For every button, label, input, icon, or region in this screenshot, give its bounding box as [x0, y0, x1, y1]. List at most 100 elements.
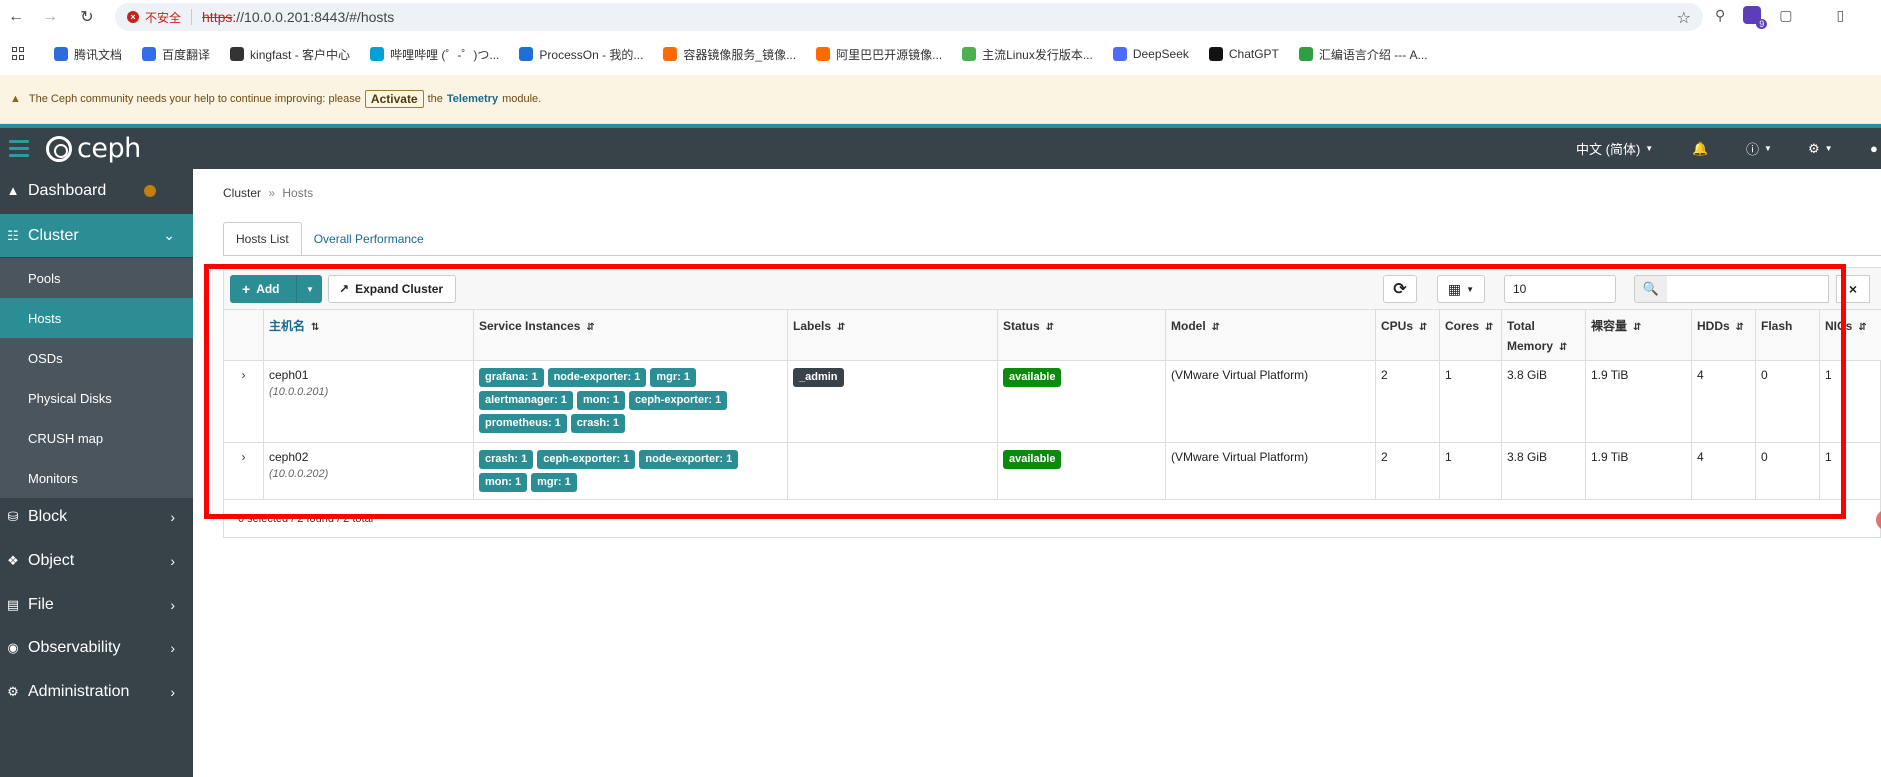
- sidebar-item-dashboard[interactable]: ▲ Dashboard: [0, 169, 193, 212]
- activate-button[interactable]: Activate: [364, 90, 424, 108]
- bookmark-favicon-icon: [1298, 47, 1313, 61]
- add-host-button[interactable]: + Add ▼: [230, 275, 322, 303]
- row-expander[interactable]: ›: [224, 361, 264, 442]
- bookmark-item[interactable]: 阿里巴巴开源镜像...: [816, 46, 942, 63]
- column-header-cores[interactable]: Cores ⇵: [1440, 310, 1502, 361]
- service-badge: mon: 1: [576, 391, 625, 410]
- hdds-value: 4: [1697, 450, 1704, 464]
- raw-capacity-cell: 1.9 TiB: [1586, 361, 1692, 442]
- column-header-total-memory[interactable]: Total Memory ⇵: [1502, 310, 1586, 361]
- sidebar-item-cluster[interactable]: ☷ Cluster ⌄: [0, 214, 193, 257]
- ceph-logo[interactable]: ceph: [46, 133, 141, 164]
- back-icon[interactable]: ←: [2, 3, 30, 31]
- row-expander[interactable]: ›: [224, 443, 264, 499]
- page-size-input[interactable]: 10: [1504, 275, 1616, 303]
- chevron-right-icon: ›: [170, 508, 175, 525]
- clear-search-icon[interactable]: ×: [1836, 275, 1870, 303]
- caret-down-icon[interactable]: ▼: [306, 285, 314, 294]
- chevron-down-icon: ⌄: [163, 227, 175, 243]
- tab-hosts-list[interactable]: Hosts List: [223, 222, 302, 256]
- tab-overall-performance[interactable]: Overall Performance: [302, 222, 436, 256]
- bookmark-item[interactable]: 腾讯文档: [54, 46, 122, 63]
- bookmark-item[interactable]: kingfast - 客户中心: [230, 46, 350, 63]
- service-badge: crash: 1: [570, 414, 625, 433]
- service-badge: mgr: 1: [531, 473, 577, 492]
- search-icon[interactable]: 🔍: [1634, 275, 1668, 303]
- telemetry-link[interactable]: Telemetry: [447, 93, 498, 105]
- sidebar-item-osds[interactable]: OSDs: [0, 338, 193, 378]
- bookmark-item[interactable]: ProcessOn - 我的...: [519, 46, 643, 63]
- sidebar-item-observability[interactable]: ◉ Observability ›: [0, 626, 193, 669]
- column-header-raw-capacity[interactable]: 裸容量 ⇵: [1586, 310, 1692, 361]
- refresh-icon: ⟳: [1393, 281, 1407, 298]
- extension-icon[interactable]: ⚲: [1715, 7, 1725, 24]
- sidebar-item-pools[interactable]: Pools: [0, 258, 193, 298]
- column-header-hdds[interactable]: HDDs ⇵: [1692, 310, 1756, 361]
- table-toolbar: + Add ▼ ↗ Expand Cluster ⟳ ▦ ▼ 10 🔍 ×: [224, 268, 1881, 310]
- column-header-model[interactable]: Model ⇵: [1166, 310, 1376, 361]
- column-header-cpus[interactable]: CPUs ⇵: [1376, 310, 1440, 361]
- settings-menu[interactable]: ⚙ ▼: [1808, 128, 1833, 169]
- notice-text-middle: the: [427, 93, 443, 105]
- sidebar-item-hosts[interactable]: Hosts: [0, 298, 193, 338]
- service-badge: grafana: 1: [479, 368, 544, 387]
- labels-cell: [788, 443, 998, 499]
- bookmark-favicon-icon: [519, 47, 534, 61]
- raw-capacity-value: 1.9 TiB: [1591, 368, 1629, 382]
- model-cell: (VMware Virtual Platform): [1166, 361, 1376, 442]
- help-menu[interactable]: ⓘ ▼: [1746, 128, 1772, 169]
- column-toggle-button[interactable]: ▦ ▼: [1437, 275, 1485, 303]
- apps-grid-icon[interactable]: [12, 47, 26, 61]
- bookmark-favicon-icon: [142, 47, 157, 61]
- bookmark-label: ProcessOn - 我的...: [539, 47, 644, 62]
- language-selector[interactable]: 中文 (简体) ▼: [1576, 128, 1653, 169]
- expand-cluster-button[interactable]: ↗ Expand Cluster: [328, 275, 456, 303]
- search-input[interactable]: [1667, 275, 1829, 303]
- column-header-flash[interactable]: Flash: [1756, 310, 1820, 361]
- bookmark-item[interactable]: ChatGPT: [1208, 46, 1279, 63]
- sidebar-item-physical-disks[interactable]: Physical Disks: [0, 378, 193, 418]
- extension-badge-count: 9: [1756, 19, 1768, 29]
- sidebar-toggle-icon[interactable]: ▯: [1837, 7, 1845, 24]
- extension-badge-icon[interactable]: 9: [1743, 6, 1768, 29]
- sidebar-item-object[interactable]: ❖ Object ›: [0, 539, 193, 582]
- bookmark-item[interactable]: 主流Linux发行版本...: [962, 46, 1093, 63]
- chevron-right-icon: ›: [170, 552, 175, 569]
- service-badge: alertmanager: 1: [479, 391, 573, 410]
- sidebar-item-administration[interactable]: ⚙ Administration ›: [0, 670, 193, 713]
- user-icon[interactable]: ●: [1870, 128, 1878, 169]
- table-row[interactable]: › ceph02 (10.0.0.202) crash: 1 ceph-exporter…: [224, 443, 1881, 500]
- refresh-button[interactable]: ⟳: [1383, 275, 1417, 303]
- breadcrumb-cluster[interactable]: Cluster: [223, 186, 261, 200]
- column-header-hostname[interactable]: 主机名 ⇅: [264, 310, 474, 361]
- column-header-services[interactable]: Service Instances ⇵: [474, 310, 788, 361]
- bookmark-item[interactable]: DeepSeek: [1112, 46, 1189, 63]
- chevron-right-icon: ›: [170, 639, 175, 656]
- column-label: 主机名: [269, 319, 306, 333]
- security-indicator[interactable]: × 不安全: [127, 9, 181, 26]
- url-field[interactable]: × 不安全 https://10.0.0.201:8443/#/hosts ☆: [115, 3, 1703, 31]
- puzzle-icon[interactable]: ▢: [1779, 7, 1792, 24]
- column-header-nics[interactable]: NICs ⇵: [1820, 310, 1881, 361]
- services-cell: grafana: 1 node-exporter: 1 mgr: 1 alertman…: [474, 361, 788, 442]
- column-header-labels[interactable]: Labels ⇵: [788, 310, 998, 361]
- notifications-bell-icon[interactable]: 🔔: [1692, 128, 1708, 169]
- sidebar-item-file[interactable]: ▤ File ›: [0, 583, 193, 626]
- hostname: ceph01: [269, 368, 309, 382]
- bookmark-item[interactable]: 百度翻译: [142, 46, 210, 63]
- reload-icon[interactable]: ↻: [73, 3, 101, 31]
- bookmark-item[interactable]: 哔哩哔哩 (゜-゜)つ...: [370, 46, 499, 63]
- sidebar-item-block[interactable]: ⛁ Block ›: [0, 495, 193, 538]
- bookmark-item[interactable]: 容器镜像服务_镜像...: [663, 46, 796, 63]
- expander-header: [224, 310, 264, 361]
- menu-toggle-icon[interactable]: [0, 128, 38, 169]
- forward-icon[interactable]: →: [36, 3, 64, 31]
- bookmark-star-icon[interactable]: ☆: [1677, 8, 1691, 28]
- sidebar-item-crush-map[interactable]: CRUSH map: [0, 418, 193, 458]
- split-divider: [296, 275, 297, 303]
- column-header-status[interactable]: Status ⇵: [998, 310, 1166, 361]
- bookmark-item[interactable]: 汇编语言介绍 --- A...: [1298, 46, 1428, 63]
- table-row[interactable]: › ceph01 (10.0.0.201) grafana: 1 node-export…: [224, 361, 1881, 443]
- status-badge: available: [1003, 368, 1062, 387]
- sidebar-item-monitors[interactable]: Monitors: [0, 458, 193, 498]
